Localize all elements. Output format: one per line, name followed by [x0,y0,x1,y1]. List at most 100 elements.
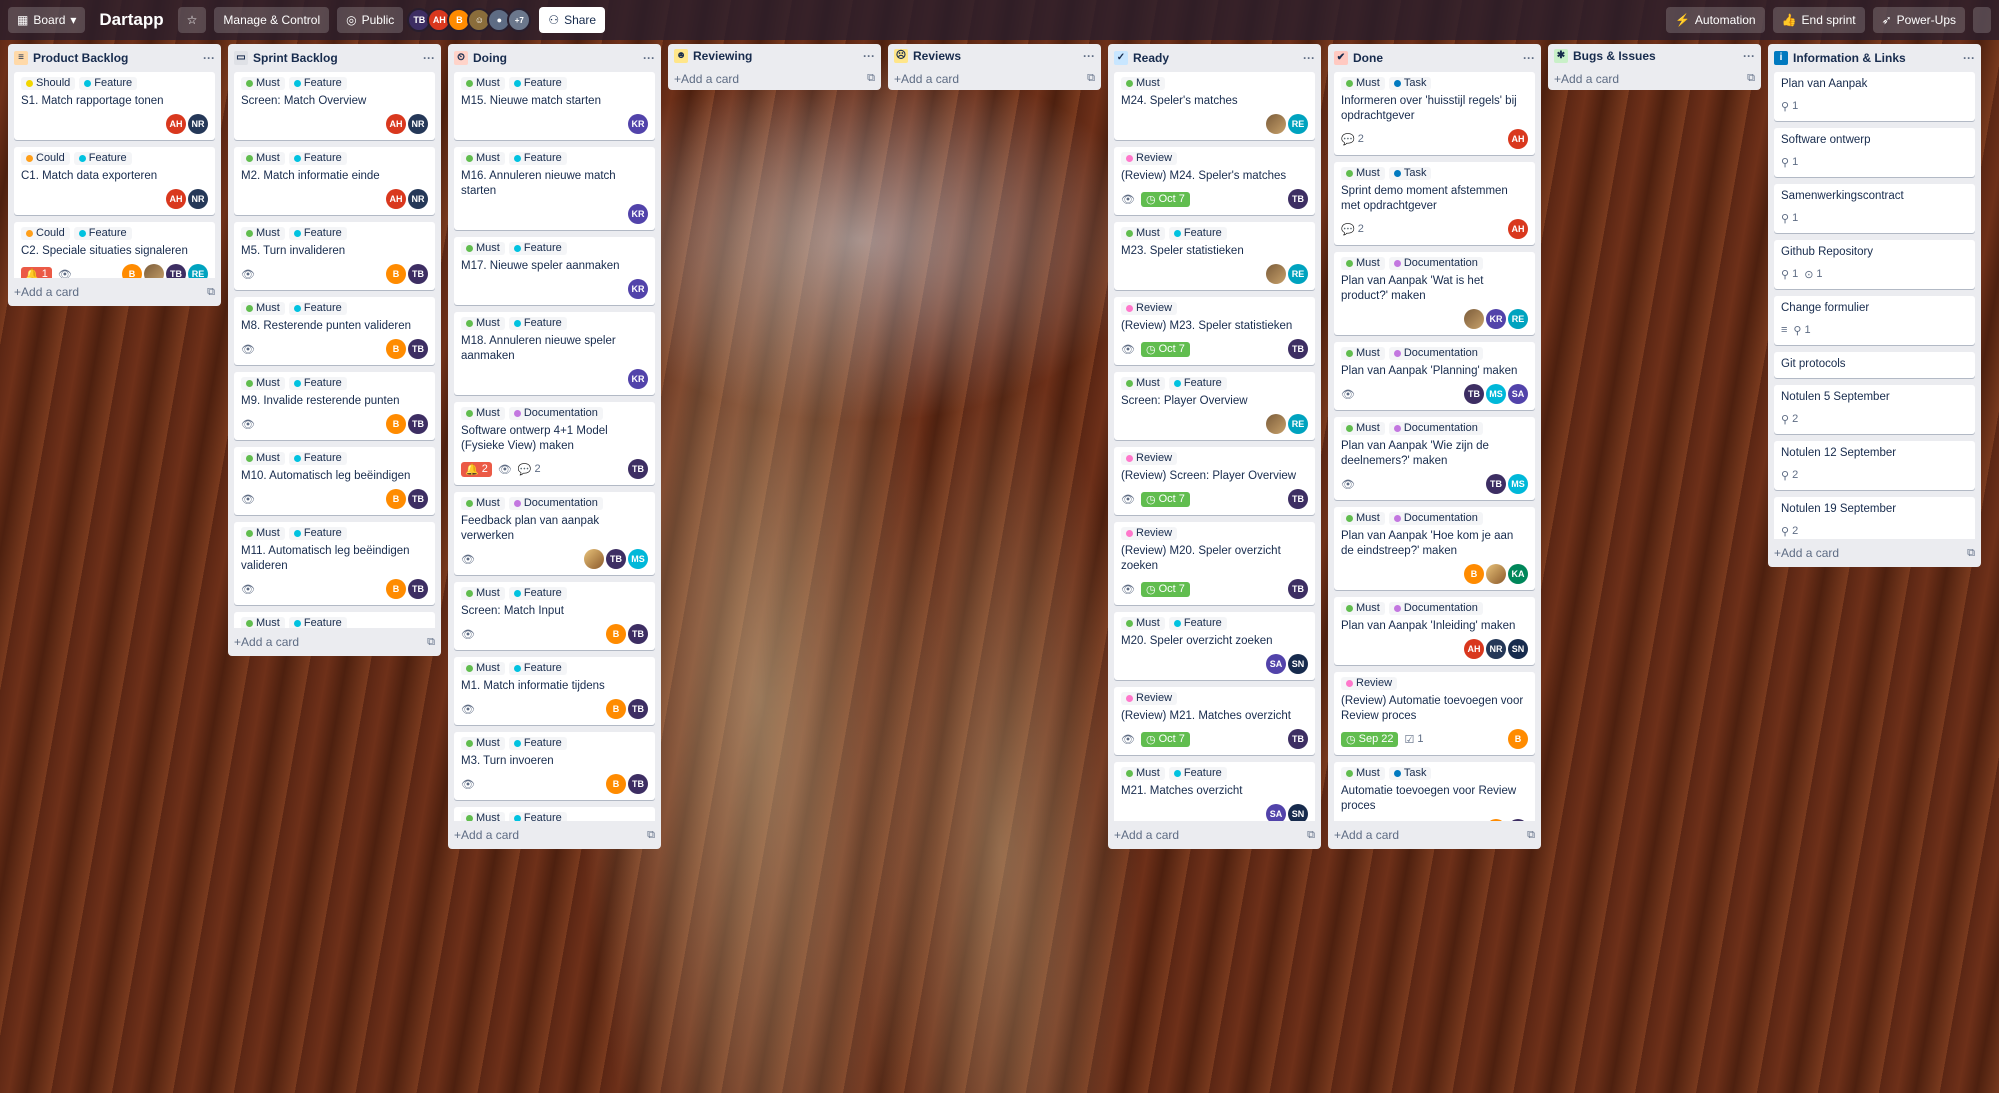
board-members[interactable]: TB AH B ☺ ● +7 [407,8,532,32]
label-documentation[interactable]: Documentation [1388,422,1483,435]
member-avatar[interactable]: KR [1486,309,1506,329]
due-date-badge[interactable]: ◷ Oct 7 [1140,491,1190,507]
card[interactable]: MustFeatureM4. Turn informatie inzien👁BT… [454,807,655,821]
member-avatar[interactable]: TB [606,549,626,569]
card[interactable]: Must Feature M20. Speler overzicht zoeken S… [1114,612,1315,680]
label-must[interactable]: Must [461,812,505,821]
list-title[interactable]: Sprint Backlog [253,51,423,65]
member-avatar[interactable]: TB [1288,579,1308,599]
label-documentation[interactable]: Documentation [508,407,603,420]
card[interactable]: Must M24. Speler's matches RE [1114,72,1315,140]
card[interactable]: Notulen 12 September ⚲ 2 [1774,441,1975,490]
template-icon[interactable]: ⧉ [1307,829,1315,842]
member-avatar[interactable] [1266,114,1286,134]
member-avatar[interactable]: RE [1508,309,1528,329]
card[interactable]: Must Documentation Software ontwerp 4+1 Mo… [454,402,655,485]
automation-button[interactable]: ⚡ Automation [1665,7,1765,33]
label-must[interactable]: Must [1121,767,1165,780]
card[interactable]: Review (Review) M23. Speler statistieken 👁… [1114,297,1315,365]
member-avatar[interactable] [144,264,164,278]
card[interactable]: Github Repository ⚲ 1 ⊙ 1 [1774,240,1975,289]
label-must[interactable]: Must [1341,767,1385,780]
member-avatar[interactable]: TB [1464,384,1484,404]
member-avatar[interactable]: TB [628,624,648,644]
template-icon[interactable]: ⧉ [427,636,435,649]
template-icon[interactable]: ⧉ [1747,72,1755,85]
member-avatar[interactable] [1266,264,1286,284]
list-title[interactable]: Doing [473,51,643,65]
card[interactable]: Must Feature M3. Turn invoeren 👁 B TB [454,732,655,800]
more-icon[interactable]: ··· [1083,49,1095,63]
add-card-button[interactable]: + Add a card ⧉ [1774,539,1975,567]
card[interactable]: Must Feature M10. Automatisch leg beëindig… [234,447,435,515]
due-date-badge[interactable]: ◷ Oct 7 [1140,341,1190,357]
label-review[interactable]: Review [1121,302,1178,315]
card[interactable]: Must Feature Screen: Player Overview RE [1114,372,1315,440]
card[interactable]: Must Feature M5. Turn invalideren 👁 B TB [234,222,435,290]
label-must[interactable]: Must [1341,347,1385,360]
menu-button[interactable] [1973,7,1991,33]
card[interactable]: Must Documentation Plan van Aanpak 'Inleid… [1334,597,1535,665]
member-avatar[interactable]: SA [1266,654,1286,674]
label-must[interactable]: Must [1121,227,1165,240]
list-title[interactable]: Information & Links [1793,51,1963,65]
label-feature[interactable]: Feature [508,152,567,165]
label-must[interactable]: Must [241,377,285,390]
member-avatar[interactable]: KR [628,279,648,299]
member-avatar[interactable]: SN [1288,654,1308,674]
card[interactable]: Must Feature M21. Matches overzicht SA SN [1114,762,1315,821]
template-icon[interactable]: ⧉ [867,72,875,85]
member-avatar[interactable]: TB [408,264,428,284]
member-avatar[interactable]: NR [1486,639,1506,659]
template-icon[interactable]: ⧉ [1527,829,1535,842]
card[interactable]: Must Feature M15. Nieuwe match starten KR [454,72,655,140]
label-must[interactable]: Must [1341,422,1385,435]
due-date-badge[interactable]: ◷ Oct 7 [1140,191,1190,207]
label-should[interactable]: Should [21,77,76,90]
member-avatar[interactable]: NR [408,114,428,134]
label-feature[interactable]: Feature [1168,227,1227,240]
more-icon[interactable]: ··· [203,51,215,65]
label-feature[interactable]: Feature [1168,617,1227,630]
add-card-button[interactable]: + Add a card ⧉ [14,278,215,306]
label-feature[interactable]: Feature [288,617,347,628]
label-must[interactable]: Must [1121,377,1165,390]
template-icon[interactable]: ⧉ [207,286,215,299]
more-icon[interactable]: ··· [863,49,875,63]
member-avatar[interactable]: KR [628,369,648,389]
member-avatar[interactable]: B [122,264,142,278]
board-view-button[interactable]: ▦ Board ▾ [8,7,86,33]
end-sprint-button[interactable]: 👍 End sprint [1772,7,1865,33]
member-avatar[interactable]: AH [166,189,186,209]
visibility-button[interactable]: ◎ Public [337,7,404,33]
list-title[interactable]: Done [1353,51,1523,65]
label-must[interactable]: Must [241,527,285,540]
card[interactable]: MustFeatureM12. Automatisch set beëindig… [234,612,435,628]
add-card-button[interactable]: + Add a card ⧉ [1334,821,1535,849]
more-icon[interactable]: ··· [1303,51,1315,65]
label-feature[interactable]: Feature [288,452,347,465]
label-feature[interactable]: Feature [508,812,567,821]
member-avatar[interactable]: B [1486,819,1506,821]
member-avatar[interactable]: B [386,339,406,359]
member-avatar[interactable]: TB [1288,729,1308,749]
list-title[interactable]: Product Backlog [33,51,203,65]
label-review[interactable]: Review [1121,692,1178,705]
more-icon[interactable]: ··· [1743,49,1755,63]
card[interactable]: Git protocols [1774,352,1975,378]
card[interactable]: Plan van Aanpak ⚲ 1 [1774,72,1975,121]
add-card-button[interactable]: + Add a card ⧉ [1554,67,1755,90]
label-must[interactable]: Must [461,407,505,420]
label-feature[interactable]: Feature [1168,767,1227,780]
label-must[interactable]: Must [1121,77,1165,90]
star-button[interactable]: ☆ [177,7,207,33]
label-must[interactable]: Must [1121,617,1165,630]
member-avatar[interactable]: B [386,489,406,509]
template-icon[interactable]: ⧉ [1087,72,1095,85]
member-avatar[interactable]: TB [166,264,186,278]
member-avatar[interactable]: SN [1288,804,1308,821]
member-avatar[interactable]: TB [408,579,428,599]
card[interactable]: Must Feature M2. Match informatie einde AH N… [234,147,435,215]
label-task[interactable]: Task [1388,167,1432,180]
label-feature[interactable]: Feature [508,662,567,675]
